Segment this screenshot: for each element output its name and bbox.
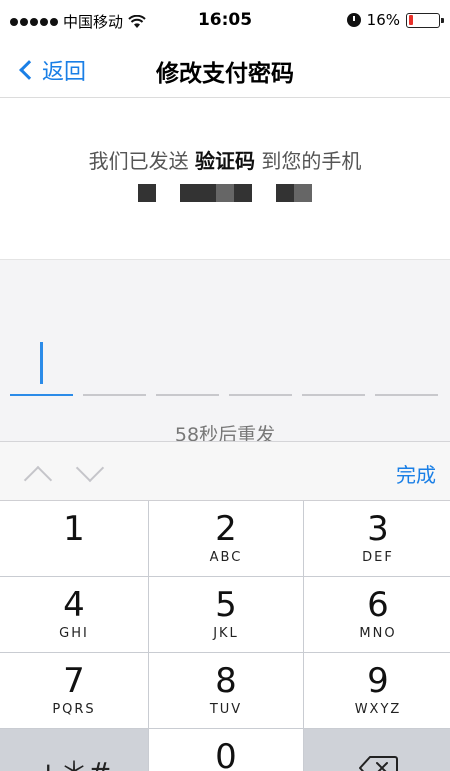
prompt-bold: 验证码 [195,149,255,173]
code-slot[interactable] [83,394,146,396]
chevron-up-icon[interactable] [23,465,53,495]
key-2[interactable]: 2 ABC [149,501,303,576]
code-slot[interactable] [302,394,365,396]
key-0[interactable]: 0 [149,729,303,771]
page-title: 修改支付密码 [156,61,294,87]
code-slot[interactable] [229,394,292,396]
key-8[interactable]: 8 TUV [149,653,303,728]
key-6[interactable]: 6 MNO [304,577,450,652]
prompt-after: 到您的手机 [255,149,362,173]
code-slot[interactable] [156,394,219,396]
prompt-text: 我们已发送 验证码 到您的手机 [0,145,450,174]
keyboard-accessory-bar: 完成 [0,441,450,501]
battery-percent: 16% [366,11,400,29]
key-7[interactable]: 7 PQRS [0,653,148,728]
key-backspace[interactable] [304,729,450,771]
navigation-bar: 返回 修改支付密码 [0,44,450,98]
code-slot[interactable] [375,394,438,396]
status-right: 16% [346,11,444,29]
prompt-before: 我们已发送 [88,149,195,173]
verification-prompt: 我们已发送 验证码 到您的手机 [0,99,450,259]
key-3[interactable]: 3 DEF [304,501,450,576]
battery-icon [406,12,444,28]
key-5[interactable]: 5 JKL [149,577,303,652]
masked-phone-number [0,184,450,202]
chevron-down-icon[interactable] [75,453,105,483]
code-slot[interactable] [10,342,73,396]
battery-level [408,15,413,25]
done-button[interactable]: 完成 [396,459,436,488]
key-4[interactable]: 4 GHI [0,577,148,652]
key-1[interactable]: 1 [0,501,148,576]
code-entry-area: 58秒后重发 [0,259,450,446]
text-cursor [40,342,43,384]
key-9[interactable]: 9 WXYZ [304,653,450,728]
code-input[interactable] [10,342,438,396]
alarm-icon [346,13,361,27]
numeric-keypad: 1 2 ABC 3 DEF 4 GHI 5 JKL 6 MNO 7 PQRS 8 TUV 9W… [0,501,450,771]
status-bar: 中国移动 16:05 16% [0,0,450,44]
backspace-icon [359,756,398,771]
key-symbols[interactable]: +＊# [0,729,148,771]
